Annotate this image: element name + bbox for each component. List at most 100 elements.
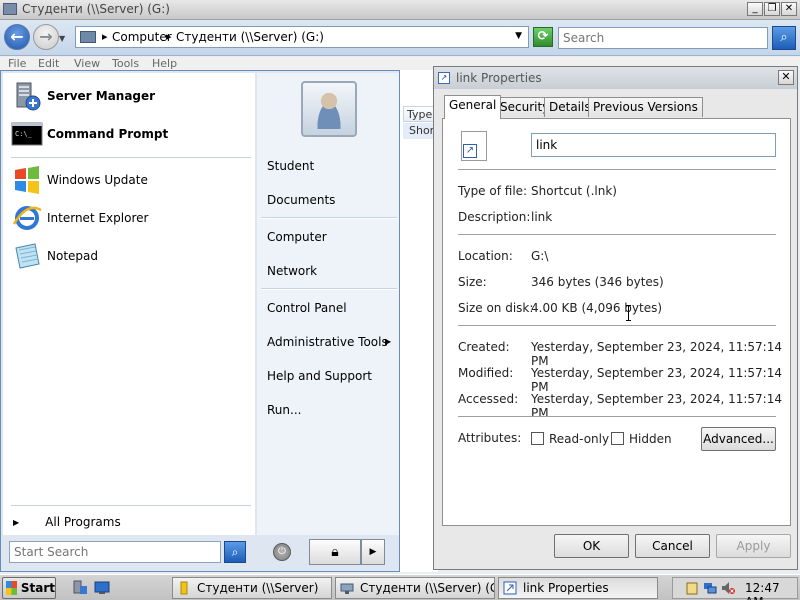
taskbar-item-explorer-drive[interactable]: Студенти (\\Server) (G:) bbox=[335, 577, 495, 599]
system-tray: 12:47 AM bbox=[672, 577, 798, 600]
tab-general[interactable]: General bbox=[444, 95, 502, 119]
size-value: 346 bytes (346 bytes) bbox=[531, 275, 664, 289]
address-dropdown-icon[interactable]: ▼ bbox=[515, 31, 522, 41]
windows-update-icon bbox=[15, 166, 39, 194]
search-input[interactable] bbox=[558, 27, 768, 49]
refresh-button[interactable]: ⟳ bbox=[533, 27, 553, 47]
show-desktop-icon[interactable] bbox=[94, 580, 110, 595]
start-item-server-manager[interactable]: Server Manager bbox=[11, 79, 155, 113]
start-item-label: Internet Explorer bbox=[47, 211, 149, 225]
file-icon: ↗ bbox=[461, 131, 487, 161]
recent-pages-dropdown-icon[interactable]: ▼ bbox=[59, 34, 65, 43]
all-programs-button[interactable]: ▶ All Programs bbox=[11, 513, 121, 531]
apply-button[interactable]: Apply bbox=[716, 534, 791, 558]
breadcrumb-chevron-icon[interactable]: ▸ bbox=[102, 30, 108, 43]
hidden-label[interactable]: Hidden bbox=[629, 432, 672, 446]
breadcrumb-chevron-icon[interactable]: ▸ bbox=[166, 30, 172, 43]
modified-value: Yesterday, September 23, 2024, 11:57:14 … bbox=[531, 366, 782, 394]
tab-previous-versions[interactable]: Previous Versions bbox=[588, 97, 703, 117]
close-button[interactable]: ✕ bbox=[781, 2, 797, 16]
dialog-title-bar[interactable]: ↗ link Properties ✕ bbox=[434, 67, 797, 89]
start-item-label: Command Prompt bbox=[47, 127, 169, 141]
lock-icon: 🔒︎ bbox=[331, 544, 339, 560]
menu-help[interactable]: Help bbox=[152, 57, 177, 70]
created-label: Created: bbox=[458, 340, 510, 354]
network-icon[interactable] bbox=[703, 581, 717, 595]
breadcrumb-computer[interactable]: Computer bbox=[112, 30, 172, 44]
menu-edit[interactable]: Edit bbox=[38, 57, 59, 70]
start-menu: Server Manager C:\_ Command Prompt Windo… bbox=[0, 70, 400, 572]
address-bar[interactable]: ▸ Computer ▸ Студенти (\\Server) (G:) ▼ bbox=[75, 26, 529, 48]
file-row[interactable]: Shor bbox=[403, 123, 437, 139]
start-item-label: Server Manager bbox=[47, 89, 156, 103]
start-search-input[interactable] bbox=[9, 541, 221, 563]
readonly-label[interactable]: Read-only bbox=[549, 432, 609, 446]
menu-file[interactable]: File bbox=[8, 57, 26, 70]
start-label: Start bbox=[20, 581, 55, 595]
user-avatar[interactable] bbox=[301, 81, 357, 137]
created-value: Yesterday, September 23, 2024, 11:57:14 … bbox=[531, 340, 782, 368]
location-label: Location: bbox=[458, 249, 513, 263]
readonly-checkbox[interactable] bbox=[531, 432, 544, 445]
taskbar-item-explorer-server[interactable]: Студенти (\\Server) bbox=[172, 577, 332, 599]
explorer-title: Студенти (\\Server) (G:) bbox=[22, 2, 170, 16]
ok-button[interactable]: OK bbox=[554, 534, 629, 558]
shortcut-icon bbox=[503, 581, 517, 595]
svg-text:C:\_: C:\_ bbox=[15, 130, 33, 138]
clock[interactable]: 12:47 AM bbox=[745, 581, 797, 600]
taskbar-item-link-properties[interactable]: link Properties bbox=[498, 577, 658, 599]
start-link-network[interactable]: Network bbox=[267, 264, 317, 278]
start-item-windows-update[interactable]: Windows Update bbox=[11, 163, 148, 197]
start-link-documents[interactable]: Documents bbox=[267, 193, 335, 207]
divider bbox=[458, 234, 776, 236]
command-prompt-icon: C:\_ bbox=[11, 122, 43, 146]
folder-icon bbox=[180, 581, 188, 595]
start-item-command-prompt[interactable]: C:\_ Command Prompt bbox=[11, 117, 168, 151]
power-icon[interactable]: ⏻ bbox=[273, 543, 291, 561]
back-button[interactable]: ← bbox=[4, 24, 30, 50]
volume-muted-icon[interactable] bbox=[721, 581, 735, 595]
divider bbox=[458, 416, 776, 418]
computer-icon bbox=[80, 31, 96, 43]
search-icon[interactable]: ⌕ bbox=[224, 541, 246, 563]
type-value: Shortcut (.lnk) bbox=[531, 184, 617, 198]
start-item-internet-explorer[interactable]: Internet Explorer bbox=[11, 201, 148, 235]
divider bbox=[458, 169, 776, 171]
start-button[interactable]: Start bbox=[2, 577, 56, 599]
description-value: link bbox=[531, 210, 553, 224]
user-icon bbox=[311, 89, 347, 129]
menu-tools[interactable]: Tools bbox=[112, 57, 139, 70]
shutdown-options-button[interactable]: ▶ bbox=[361, 539, 385, 565]
column-header-type[interactable]: Type bbox=[403, 106, 437, 122]
start-link-help-support[interactable]: Help and Support bbox=[267, 369, 372, 383]
places-divider bbox=[261, 217, 397, 219]
maximize-button[interactable]: ❐ bbox=[764, 2, 780, 16]
start-link-control-panel[interactable]: Control Panel bbox=[267, 301, 347, 315]
breadcrumb-drive[interactable]: Студенти (\\Server) (G:) bbox=[176, 30, 324, 44]
clipboard-icon[interactable] bbox=[685, 581, 699, 595]
start-link-run[interactable]: Run... bbox=[267, 403, 301, 417]
minimize-button[interactable]: _ bbox=[747, 2, 763, 16]
lock-button[interactable]: 🔒︎ bbox=[309, 539, 361, 565]
server-manager-quicklaunch-icon[interactable] bbox=[72, 580, 88, 595]
start-link-student[interactable]: Student bbox=[267, 159, 314, 173]
attributes-label: Attributes: bbox=[458, 431, 522, 445]
menu-view[interactable]: View bbox=[74, 57, 100, 70]
taskbar-item-label: link Properties bbox=[523, 581, 609, 595]
forward-button[interactable]: → bbox=[33, 24, 59, 50]
close-button[interactable]: ✕ bbox=[778, 70, 794, 85]
search-icon[interactable]: ⌕ bbox=[772, 26, 796, 50]
explorer-title-bar[interactable]: Студенти (\\Server) (G:) _ ❐ ✕ bbox=[0, 0, 800, 20]
advanced-button[interactable]: Advanced... bbox=[701, 427, 776, 451]
type-label: Type of file: bbox=[458, 184, 528, 198]
file-name-field[interactable] bbox=[531, 133, 776, 157]
start-link-administrative-tools[interactable]: Administrative Tools bbox=[267, 335, 388, 349]
hidden-checkbox[interactable] bbox=[611, 432, 624, 445]
start-menu-divider bbox=[11, 505, 251, 506]
cancel-button[interactable]: Cancel bbox=[635, 534, 710, 558]
start-item-notepad[interactable]: Notepad bbox=[11, 239, 98, 273]
file-list[interactable] bbox=[398, 70, 438, 572]
start-link-computer[interactable]: Computer bbox=[267, 230, 327, 244]
size-on-disk-label: Size on disk: bbox=[458, 301, 534, 315]
windows-logo-icon bbox=[6, 581, 17, 595]
